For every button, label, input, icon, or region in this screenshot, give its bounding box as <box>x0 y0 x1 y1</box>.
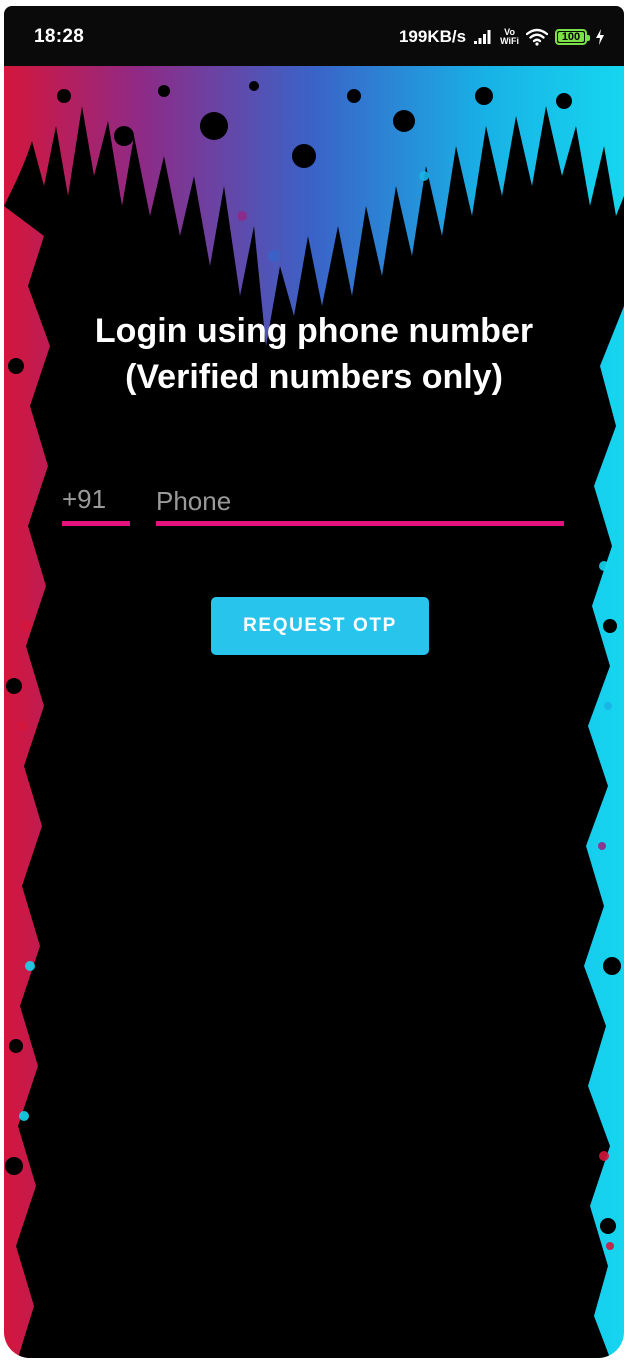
country-code-field[interactable]: +91 <box>62 482 130 526</box>
splash-background <box>4 66 624 1358</box>
status-bar: 18:28 199KB/s Vo WiFi 100 <box>4 6 624 66</box>
status-icons: 199KB/s Vo WiFi 100 <box>399 24 606 50</box>
vowifi-bottom-label: WiFi <box>500 36 519 46</box>
vowifi-icon: Vo WiFi <box>500 28 519 46</box>
battery-nub <box>587 35 590 41</box>
title-line-2: (Verified numbers only) <box>125 358 503 396</box>
phone-screen: 18:28 199KB/s Vo WiFi 100 Login using ph… <box>0 0 628 1362</box>
phone-input[interactable] <box>156 482 564 520</box>
battery-icon: 100 <box>555 29 590 45</box>
network-speed: 199KB/s <box>398 27 467 46</box>
status-time: 18:28 <box>34 26 85 47</box>
signal-icon <box>474 30 491 44</box>
country-code-value: +91 <box>62 484 107 514</box>
paint-splash-overlay <box>4 81 624 1358</box>
request-otp-button[interactable]: REQUEST OTP <box>211 597 429 655</box>
title-line-1: Login using phone number <box>94 312 534 350</box>
charging-icon <box>596 29 604 45</box>
page-title: Login using phone number (Verified numbe… <box>0 308 628 400</box>
battery-level: 100 <box>561 31 581 43</box>
wifi-icon <box>526 28 548 46</box>
phone-field[interactable] <box>156 482 564 526</box>
